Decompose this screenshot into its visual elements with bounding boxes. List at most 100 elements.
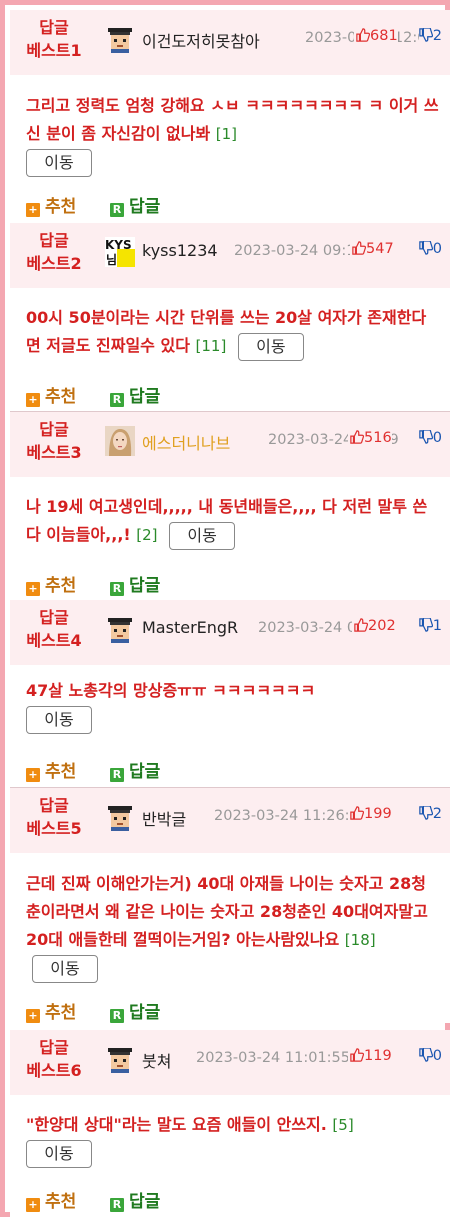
move-button[interactable]: 이동: [26, 705, 92, 734]
rank-label: 답글: [39, 18, 69, 37]
reply-count[interactable]: [11]: [196, 337, 227, 355]
move-button[interactable]: 이동: [26, 1139, 92, 1168]
reply-label: 답글: [129, 576, 161, 596]
thumb-up-icon: [352, 241, 366, 255]
downvote-count: 2: [432, 28, 442, 44]
thumb-down-icon: [419, 241, 433, 255]
rank-label: 답글: [39, 231, 69, 250]
reply-count[interactable]: [18]: [345, 931, 376, 949]
reply-text-block: 47살 노총각의 망상증ㅠㅠ ㅋㅋㅋㅋㅋㅋㅋ 이동: [26, 677, 440, 734]
reply-button[interactable]: R 답글: [110, 382, 160, 407]
downvote-button[interactable]: 1: [418, 618, 442, 634]
nickname[interactable]: kyss1234: [142, 241, 218, 260]
pixel-man-avatar[interactable]: [105, 802, 135, 832]
pixel-man-avatar[interactable]: [105, 614, 135, 644]
pixel-man-avatar[interactable]: [105, 1044, 135, 1074]
reply-icon: R: [110, 1198, 124, 1212]
move-button[interactable]: 이동: [32, 954, 98, 983]
reply-text-block: 00시 50분이라는 시간 단위를 쓰는 20살 여자가 존재한다면 저글도 진…: [26, 304, 440, 361]
nickname[interactable]: MasterEngR: [142, 618, 238, 637]
upvote-button[interactable]: 202: [352, 618, 396, 634]
woman-portrait-avatar[interactable]: [105, 426, 135, 456]
thumb-up-icon: [350, 806, 364, 820]
downvote-button[interactable]: 0: [418, 1048, 442, 1064]
upvote-count: 199: [364, 806, 392, 822]
recommend-button[interactable]: + 추천: [26, 571, 76, 596]
reply-label: 답글: [129, 1003, 161, 1023]
reply-text-block: 그리고 정력도 엄청 강해요 ㅅㅂ ㅋㅋㅋㅋㅋㅋㅋㅋ ㅋ 이거 쓰신 분이 좀 …: [26, 92, 440, 177]
reply-button[interactable]: R 답글: [110, 1187, 160, 1212]
upvote-count: 516: [364, 430, 392, 446]
upvote-count: 202: [368, 618, 396, 634]
rank-label: 답글: [39, 608, 69, 627]
downvote-button[interactable]: 0: [418, 430, 442, 446]
svg-text:KYS: KYS: [105, 238, 132, 252]
thumb-down-icon: [419, 430, 433, 444]
reply-button[interactable]: R 답글: [110, 192, 160, 217]
reply-icon: R: [110, 1009, 124, 1023]
nickname[interactable]: 에스더니나브: [142, 430, 230, 454]
move-button[interactable]: 이동: [26, 148, 92, 177]
reply-header: 답글 베스트4 MasterEngR 2023-03-24 09:24 202 …: [10, 600, 450, 665]
reply-count[interactable]: [5]: [332, 1116, 353, 1134]
reply-button[interactable]: R 답글: [110, 757, 160, 782]
kys-logo-avatar[interactable]: KYS 님: [105, 237, 135, 267]
rank-number: 베스트2: [26, 254, 82, 273]
reply-text-block: "한양대 상대"라는 말도 요즘 애들이 안쓰지. [5] 이동: [26, 1111, 440, 1168]
reply-count[interactable]: [2]: [136, 526, 157, 544]
reply-text: "한양대 상대"라는 말도 요즘 애들이 안쓰지.: [26, 1115, 327, 1134]
post-datetime: 2023-03-24 11:01:55: [196, 1050, 350, 1066]
rank-label: 답글: [39, 1038, 69, 1057]
plus-icon: +: [26, 1009, 40, 1023]
rank-number: 베스트6: [26, 1061, 82, 1080]
thumb-up-icon: [356, 28, 370, 42]
downvote-button[interactable]: 2: [418, 806, 442, 822]
reply-label: 답글: [129, 387, 161, 407]
recommend-label: 추천: [45, 762, 77, 782]
reply-text-block: 근데 진짜 이해안가는거) 40대 아재들 나이는 숫자고 28청춘이라면서 왜…: [26, 870, 440, 983]
upvote-button[interactable]: 516: [348, 430, 392, 446]
rank-label: 답글: [39, 420, 69, 439]
upvote-button[interactable]: 199: [348, 806, 392, 822]
move-button[interactable]: 이동: [237, 332, 304, 361]
recommend-button[interactable]: + 추천: [26, 998, 76, 1023]
reply-button[interactable]: R 답글: [110, 571, 160, 596]
reply-icon: R: [110, 393, 124, 407]
rank-badge: 답글 베스트6: [18, 1036, 90, 1082]
reply-body: 그리고 정력도 엄청 강해요 ㅅㅂ ㅋㅋㅋㅋㅋㅋㅋㅋ ㅋ 이거 쓰신 분이 좀 …: [10, 75, 450, 223]
downvote-button[interactable]: 0: [418, 241, 442, 257]
recommend-button[interactable]: + 추천: [26, 1187, 76, 1212]
upvote-button[interactable]: 119: [348, 1048, 392, 1064]
reply-count[interactable]: [1]: [216, 125, 237, 143]
nickname[interactable]: 이건도저히못참아: [142, 28, 260, 52]
pixel-man-avatar[interactable]: [105, 24, 135, 54]
upvote-button[interactable]: 681: [354, 28, 398, 44]
recommend-label: 추천: [45, 1003, 77, 1023]
upvote-count: 119: [364, 1048, 392, 1064]
reply-body: "한양대 상대"라는 말도 요즘 애들이 안쓰지. [5] 이동 + 추천 R 답글: [10, 1095, 450, 1217]
reply-header: 답글 베스트2 KYS 님 kyss1234 2023-03-24 09:15 …: [10, 223, 450, 288]
nickname[interactable]: 반박글: [142, 806, 186, 830]
reply-header: 답글 베스트6 붓쳐 2023-03-24 11:01:55 119 0: [10, 1030, 450, 1095]
thumb-up-icon: [350, 1048, 364, 1062]
recommend-button[interactable]: + 추천: [26, 757, 76, 782]
reply-text: 00시 50분이라는 시간 단위를 쓰는 20살 여자가 존재한다면 저글도 진…: [26, 308, 427, 355]
rank-badge: 답글 베스트3: [18, 418, 90, 464]
upvote-button[interactable]: 547: [350, 241, 394, 257]
thumb-down-icon: [419, 28, 433, 42]
svg-text:님: 님: [106, 252, 117, 267]
reply-header: 답글 베스트5 반박글 2023-03-24 11:26:17 199 2: [10, 788, 450, 853]
reply-icon: R: [110, 582, 124, 596]
reply-button[interactable]: R 답글: [110, 998, 160, 1023]
post-datetime: 2023-03-24 09:15: [234, 243, 365, 259]
nickname[interactable]: 붓쳐: [142, 1048, 171, 1072]
recommend-button[interactable]: + 추천: [26, 192, 76, 217]
rank-number: 베스트3: [26, 443, 82, 462]
plus-icon: +: [26, 393, 40, 407]
thumb-up-icon: [354, 618, 368, 632]
move-button[interactable]: 이동: [169, 521, 236, 550]
recommend-label: 추천: [45, 197, 77, 217]
recommend-button[interactable]: + 추천: [26, 382, 76, 407]
rank-badge: 답글 베스트2: [18, 229, 90, 275]
downvote-button[interactable]: 2: [418, 28, 442, 44]
